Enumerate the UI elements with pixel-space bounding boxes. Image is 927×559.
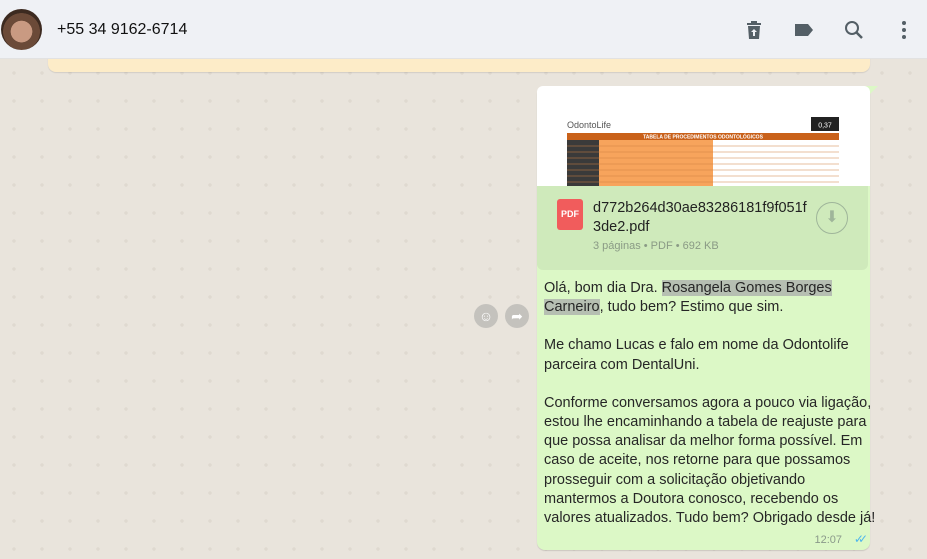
archive-delete-icon[interactable]	[742, 18, 766, 42]
text-line: caso de aceite, nos retorne para que pos…	[544, 452, 851, 469]
pdf-preview-image: OdontoLife 0,37 TABELA DE PROCEDIMENTOS …	[567, 117, 839, 186]
avatar[interactable]	[1, 9, 42, 50]
message-text: Olá, bom dia Dra. Rosangela Gomes Borges…	[544, 279, 875, 528]
message-bubble: OdontoLife 0,37 TABELA DE PROCEDIMENTOS …	[537, 86, 878, 550]
label-icon[interactable]	[792, 18, 816, 42]
download-icon: ⬇	[825, 209, 839, 226]
pdf-file-icon: PDF	[557, 199, 583, 230]
file-meta: 3 páginas • PDF • 692 KB	[593, 240, 719, 252]
text-line: que possa analisar da melhor forma possí…	[544, 433, 863, 450]
pdf-thumbnail[interactable]: OdontoLife 0,37 TABELA DE PROCEDIMENTOS …	[537, 86, 870, 186]
file-name: d772b264d30ae83286181f9f051f3de2.pdf	[593, 200, 807, 235]
text-line: parceira com DentalUni.	[544, 356, 700, 373]
text-line: prosseguir com a solicitação objetivando	[544, 471, 806, 488]
forward-button[interactable]: ➦	[505, 304, 529, 328]
menu-icon[interactable]	[892, 18, 916, 42]
text-line: Olá, bom dia Dra.	[544, 280, 662, 296]
message-time: 12:07	[814, 534, 842, 546]
text-line: Me chamo Lucas e falo em nome da Odontol…	[544, 337, 849, 354]
read-ticks-icon: ✓✓	[853, 532, 868, 546]
highlighted-name: Carneiro	[544, 299, 600, 316]
thumbnail-table-title: TABELA DE PROCEDIMENTOS ODONTOLÓGICOS	[643, 133, 763, 141]
text-line: , tudo bem? Estimo que sim.	[599, 299, 784, 316]
chat-header: +55 34 9162-6714	[0, 0, 927, 59]
highlighted-name: Rosangela Gomes Borges	[661, 280, 832, 296]
text-line: mantermos a Doutora conosco, recebendo o…	[544, 490, 839, 507]
search-icon[interactable]	[842, 18, 866, 42]
text-line: Conforme conversamos agora a pouco via l…	[544, 394, 872, 411]
file-attachment[interactable]: PDF d772b264d30ae83286181f9f051f3de2.pdf…	[537, 186, 868, 270]
text-line: estou lhe encaminhando a tabela de reaju…	[544, 414, 867, 431]
thumbnail-logo: OdontoLife	[567, 120, 611, 130]
thumbnail-badge: 0,37	[818, 123, 832, 130]
download-button[interactable]: ⬇	[816, 202, 848, 234]
text-line: valores atualizados. Tudo bem? Obrigado …	[544, 510, 876, 527]
contact-name[interactable]: +55 34 9162-6714	[57, 21, 187, 39]
emoji-reaction-button[interactable]: ☺	[474, 304, 498, 328]
